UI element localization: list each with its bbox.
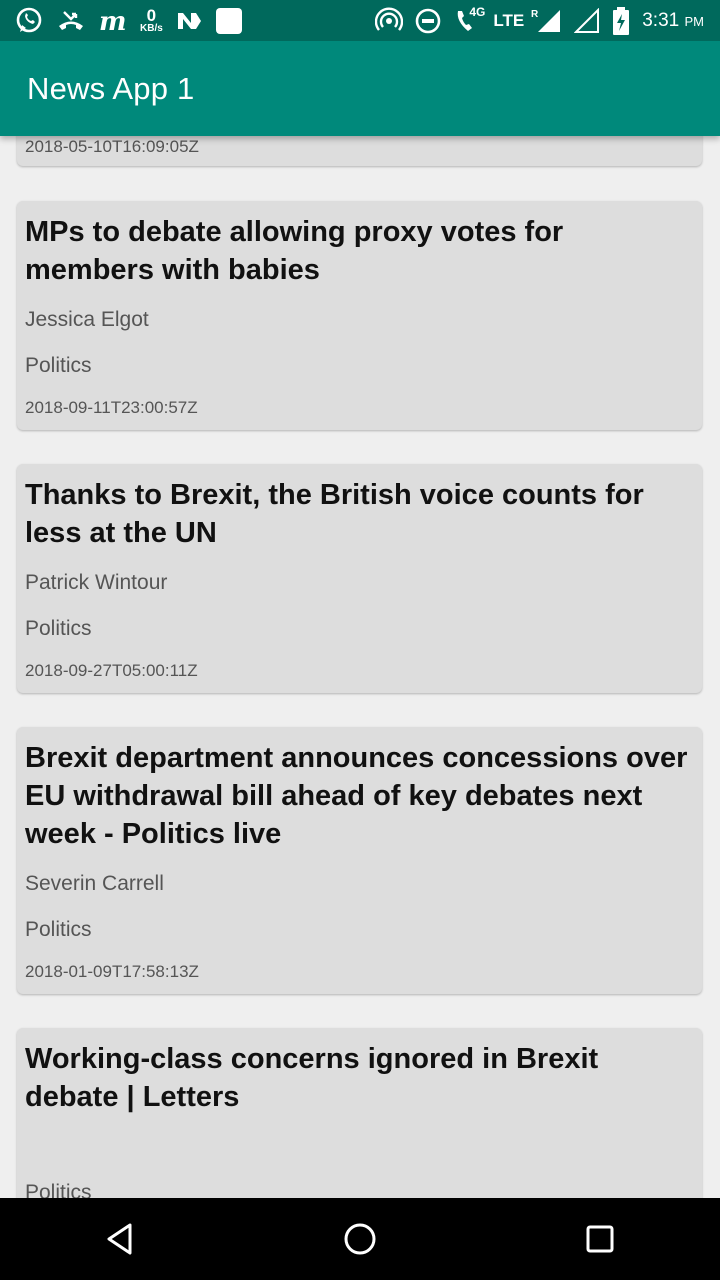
netspeed-unit: KB/s [140,23,163,34]
article-date: 2018-09-11T23:00:57Z [25,398,198,417]
back-button[interactable] [90,1209,150,1269]
status-left: m 0 KB/s [14,6,243,36]
volte-call-icon: 4G [453,5,485,35]
app-bar: News App 1 [0,41,720,136]
article-card[interactable]: MPs to debate allowing proxy votes for m… [17,201,702,430]
home-button[interactable] [330,1209,390,1269]
back-icon [107,1223,132,1255]
hotspot-icon [375,7,404,35]
navigation-bar [0,1198,720,1280]
square-app-icon [215,7,243,35]
lte-label: LTE R [493,9,538,31]
missed-call-icon [56,6,86,36]
signal-empty-icon [574,7,600,34]
clock: 3:31 PM [642,10,704,32]
article-section: Politics [25,617,92,640]
netspeed-value: 0 [146,6,157,25]
article-author: Severin Carrell [25,872,164,895]
clock-ampm: PM [684,13,705,29]
home-icon [344,1223,376,1255]
whatsapp-icon [14,6,44,36]
battery-charging-icon [612,6,630,35]
clock-time: 3:31 [642,9,680,31]
article-date: 2018-09-27T05:00:11Z [25,661,198,680]
article-title: Thanks to Brexit, the British voice coun… [25,479,644,549]
article-card-partial[interactable]: 2018-05-10T16:09:05Z [17,136,702,166]
m-app-icon: m [98,6,128,36]
recents-icon [586,1225,614,1253]
network-type-label: 4G [469,4,486,19]
article-date: 2018-01-09T17:58:13Z [25,962,199,981]
article-title: MPs to debate allowing proxy votes for m… [25,216,564,286]
roaming-indicator: R [531,8,539,20]
article-card[interactable]: Brexit department announces concessions … [17,727,702,994]
article-section: Politics [25,918,92,941]
article-author [25,1133,694,1161]
recents-button[interactable] [570,1209,630,1269]
article-author: Jessica Elgot [25,308,149,331]
article-section: Politics [25,1181,92,1198]
article-section: Politics [25,354,92,377]
article-card[interactable]: Working-class concerns ignored in Brexit… [17,1028,702,1198]
article-title: Brexit department announces concessions … [25,742,688,850]
app-title: News App 1 [27,70,195,106]
article-list[interactable]: 2018-05-10T16:09:05Z MPs to debate allow… [0,136,720,1198]
lte-text: LTE [493,10,525,30]
n-app-icon [175,7,203,35]
article-author: Patrick Wintour [25,571,168,594]
svg-text:m: m [99,7,127,36]
netspeed-indicator: 0 KB/s [140,7,163,34]
article-title: Working-class concerns ignored in Brexit… [25,1043,599,1113]
status-bar: m 0 KB/s 4G LTE R 3:31 PM [0,0,720,41]
status-right: 4G LTE R 3:31 PM [375,5,704,35]
article-date: 2018-05-10T16:09:05Z [25,137,199,156]
article-card[interactable]: Thanks to Brexit, the British voice coun… [17,464,702,693]
dnd-icon [415,8,441,34]
signal-icon [536,8,562,34]
